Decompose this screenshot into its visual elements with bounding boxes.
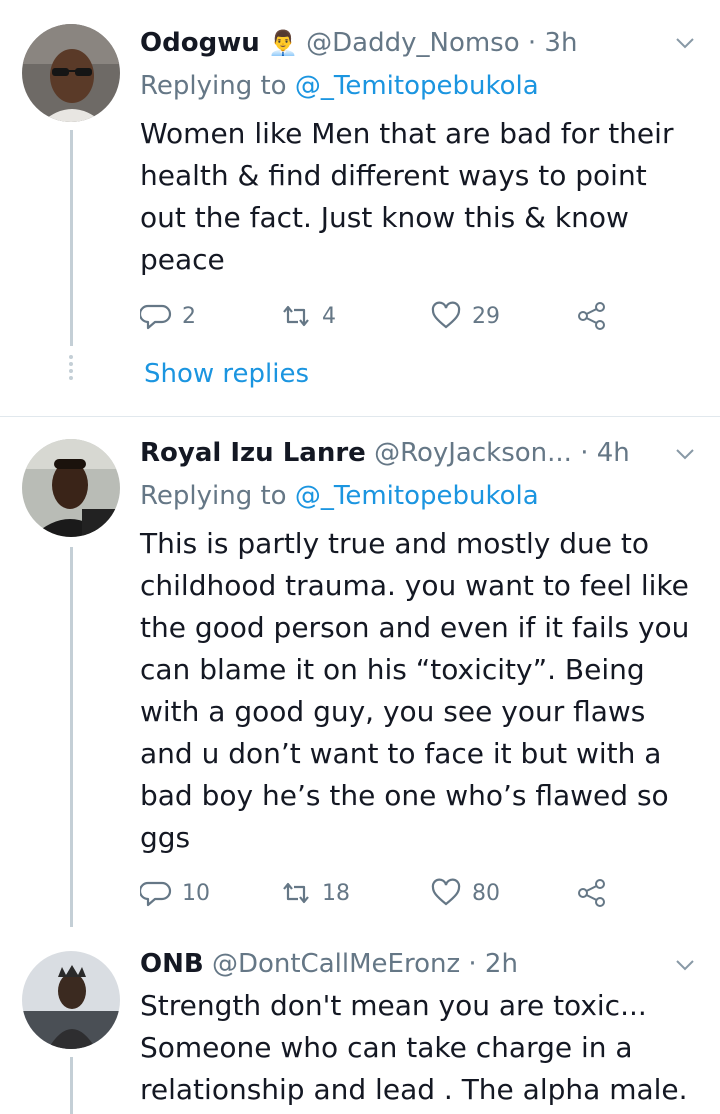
chevron-down-icon[interactable] <box>674 32 696 54</box>
user-handle[interactable]: @DontCallMeEronz <box>212 949 460 979</box>
replying-handle[interactable]: @_Temitopebukola <box>295 481 539 511</box>
show-replies-link[interactable]: Show replies <box>144 354 309 394</box>
separator: · <box>468 949 477 979</box>
avatar[interactable] <box>22 951 120 1049</box>
reply-button[interactable]: 10 <box>140 873 210 913</box>
like-icon <box>431 878 461 906</box>
separator: · <box>580 438 589 468</box>
share-icon <box>578 879 605 907</box>
replying-label: Replying to <box>140 71 287 101</box>
tweet-header: Odogwu 👨‍💼 @Daddy_Nomso · 3h <box>140 23 660 63</box>
tweet-3[interactable]: ONB @DontCallMeEronz · 2h Strength don't… <box>0 927 720 1114</box>
retweet-button[interactable]: 18 <box>280 873 350 913</box>
like-button[interactable]: 80 <box>430 873 500 913</box>
replying-to: Replying to @_Temitopebukola <box>140 66 539 106</box>
replying-to: Replying to @_Temitopebukola <box>140 476 539 516</box>
tweet-1[interactable]: Odogwu 👨‍💼 @Daddy_Nomso · 3h Replying to… <box>0 0 720 416</box>
tweet-text: Women like Men that are bad for their he… <box>140 117 674 276</box>
timestamp[interactable]: 3h <box>544 28 577 58</box>
tweet-header: Royal Izu Lanre @RoyJackson... · 4h <box>140 433 660 473</box>
replying-label: Replying to <box>140 481 287 511</box>
retweet-count: 4 <box>322 303 336 329</box>
retweet-icon <box>283 305 309 327</box>
tweet-actions: 2 4 29 <box>140 296 700 336</box>
like-count: 29 <box>472 303 500 329</box>
replying-handle[interactable]: @_Temitopebukola <box>295 71 539 101</box>
display-name[interactable]: Odogwu <box>140 28 260 58</box>
timestamp[interactable]: 2h <box>485 949 518 979</box>
like-button[interactable]: 29 <box>430 296 500 336</box>
like-icon <box>431 301 461 329</box>
like-count: 80 <box>472 880 500 906</box>
tweet-header: ONB @DontCallMeEronz · 2h <box>140 944 660 984</box>
avatar[interactable] <box>22 24 120 122</box>
reply-count: 10 <box>182 880 210 906</box>
display-name[interactable]: Royal Izu Lanre <box>140 438 366 468</box>
retweet-icon <box>283 882 309 904</box>
thread-line <box>70 547 73 927</box>
share-icon <box>578 302 605 330</box>
tweet-actions: 10 18 80 <box>140 873 700 913</box>
reply-icon <box>140 881 172 907</box>
reply-count: 2 <box>182 303 196 329</box>
tweet-text: Strength don't mean you are toxic... Som… <box>140 989 688 1106</box>
thread-line <box>70 130 73 346</box>
reply-icon <box>140 304 172 330</box>
display-name[interactable]: ONB <box>140 949 204 979</box>
user-handle[interactable]: @Daddy_Nomso <box>306 28 519 58</box>
share-button[interactable] <box>576 296 608 336</box>
timestamp[interactable]: 4h <box>597 438 630 468</box>
retweet-count: 18 <box>322 880 350 906</box>
emoji-badge: 👨‍💼 <box>267 29 298 57</box>
thread-line <box>70 1057 73 1114</box>
thread-dots <box>68 352 74 383</box>
separator: · <box>527 28 537 58</box>
reply-button[interactable]: 2 <box>140 296 196 336</box>
tweet-text: This is partly true and mostly due to ch… <box>140 527 690 854</box>
tweet-2[interactable]: Royal Izu Lanre @RoyJackson... · 4h Repl… <box>0 417 720 927</box>
chevron-down-icon[interactable] <box>674 954 696 976</box>
user-handle[interactable]: @RoyJackson... <box>374 438 572 468</box>
chevron-down-icon[interactable] <box>674 443 696 465</box>
retweet-button[interactable]: 4 <box>280 296 336 336</box>
share-button[interactable] <box>576 873 608 913</box>
avatar[interactable] <box>22 439 120 537</box>
